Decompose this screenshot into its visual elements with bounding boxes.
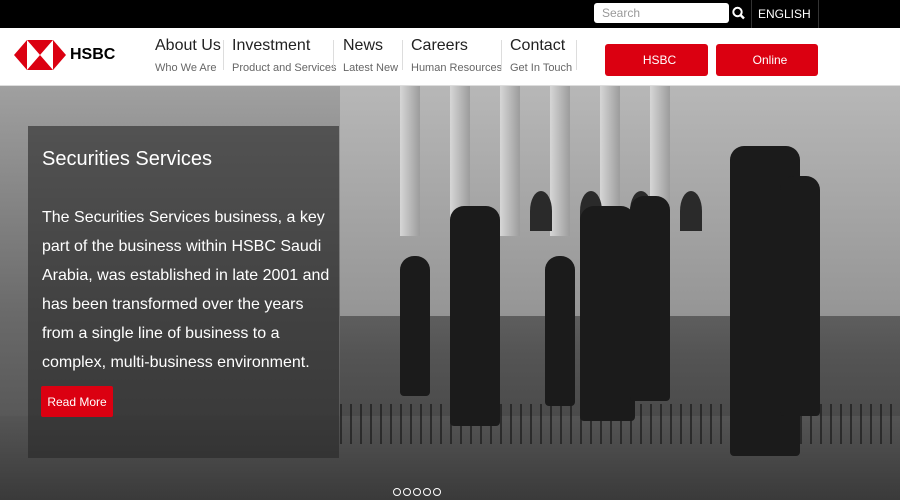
top-bar: ENGLISH⌵ — [0, 0, 900, 48]
hero-figure — [780, 176, 820, 416]
search-input[interactable] — [594, 3, 729, 23]
nav-divider — [223, 40, 224, 70]
nav-divider — [402, 40, 403, 70]
nav-sublabel: Get In Touch — [510, 62, 573, 74]
nav-label: Careers — [411, 37, 468, 54]
carousel-dot[interactable] — [393, 488, 401, 496]
logo-text: HSBC — [70, 46, 116, 63]
carousel-dot[interactable] — [413, 488, 421, 496]
nav-careers[interactable]: Careers Human Resources — [411, 36, 502, 80]
hero-banner: Securities Services The Securities Servi… — [0, 86, 900, 500]
online-services-button[interactable]: Online Services▼ — [716, 44, 818, 99]
nav-label: About Us — [155, 37, 221, 54]
nav-sublabel: Who We Are — [155, 62, 217, 74]
hsbc-mubasher-button[interactable]: HSBC Mubasher▼ — [605, 44, 708, 99]
hero-figure — [545, 256, 575, 406]
hero-figure — [400, 256, 430, 396]
hero-figure — [580, 206, 635, 421]
nav-divider — [576, 40, 577, 70]
carousel-dots — [393, 488, 441, 496]
nav-divider — [501, 40, 502, 70]
nav-sublabel: Product and Services — [232, 62, 337, 74]
hero-title: Securities Services — [42, 148, 213, 170]
nav-label: Investment — [232, 37, 311, 54]
nav-label: Contact — [510, 37, 566, 54]
hsbc-logo[interactable]: HSBC — [14, 39, 115, 71]
nav-news[interactable]: News Latest New — [343, 36, 398, 80]
nav-investment[interactable]: Investment Product and Services — [232, 36, 337, 80]
nav-contact[interactable]: Contact Get In Touch — [510, 36, 572, 80]
language-selector[interactable]: ENGLISH⌵ — [751, 0, 819, 48]
nav-sublabel: Latest New — [343, 62, 399, 74]
nav-label: News — [343, 37, 384, 54]
language-label: ENGLISH — [758, 7, 811, 21]
nav-about-us[interactable]: About Us Who We Are — [155, 36, 221, 80]
read-more-button[interactable]: Read More — [41, 386, 113, 417]
hero-description: The Securities Services business, a key … — [42, 209, 330, 371]
carousel-dot[interactable] — [423, 488, 431, 496]
carousel-dot[interactable] — [433, 488, 441, 496]
hero-figure — [630, 196, 670, 401]
carousel-dot[interactable] — [403, 488, 411, 496]
hero-figure — [450, 206, 500, 426]
search-icon[interactable] — [731, 4, 747, 22]
hero-content-panel: Securities Services The Securities Servi… — [28, 126, 339, 458]
nav-divider — [333, 40, 334, 70]
nav-sublabel: Human Resources — [411, 62, 503, 74]
main-navigation: HSBC About Us Who We Are Investment Prod… — [0, 28, 900, 99]
hsbc-hexagon-logo — [14, 40, 66, 70]
